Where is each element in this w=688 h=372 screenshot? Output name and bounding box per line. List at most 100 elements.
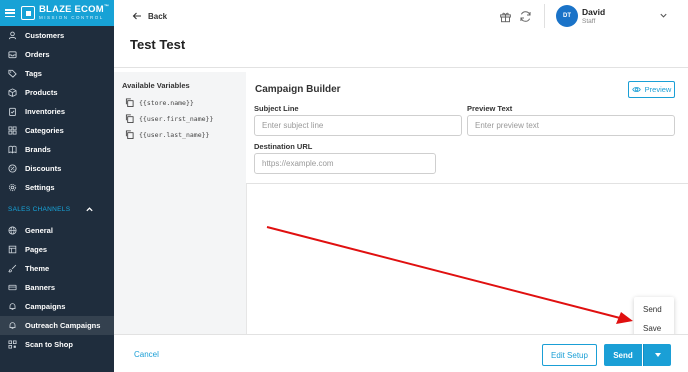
bell-icon bbox=[8, 302, 17, 311]
send-dropdown-menu: Send Save bbox=[634, 297, 674, 339]
box-icon bbox=[8, 88, 17, 97]
sidebar-nav-main: Customers Orders Tags Products Inventori… bbox=[0, 26, 114, 197]
brand-title: BLAZE ECOM bbox=[39, 4, 104, 16]
sidebar-item-label: Discounts bbox=[25, 164, 62, 173]
refresh-icon[interactable] bbox=[519, 10, 532, 23]
sidebar-item-label: Brands bbox=[25, 145, 51, 154]
sidebar-item-campaigns[interactable]: Campaigns bbox=[0, 297, 114, 316]
user-icon bbox=[8, 31, 17, 40]
copy-icon bbox=[125, 114, 134, 123]
sidebar-item-label: Scan to Shop bbox=[25, 340, 73, 349]
variable-text: {{user.last_name}} bbox=[139, 130, 210, 139]
back-button[interactable]: Back bbox=[132, 11, 167, 21]
sidebar-item-inventories[interactable]: Inventories bbox=[0, 102, 114, 121]
inbox-icon bbox=[8, 50, 17, 59]
preview-label: Preview bbox=[644, 85, 672, 94]
clipboard-icon bbox=[8, 107, 17, 116]
page-icon bbox=[8, 245, 17, 254]
discount-icon bbox=[8, 164, 17, 173]
sidebar-item-settings[interactable]: Settings bbox=[0, 178, 114, 197]
variable-item[interactable]: {{user.first_name}} bbox=[125, 114, 213, 123]
sidebar-item-customers[interactable]: Customers bbox=[0, 26, 114, 45]
tag-icon bbox=[8, 69, 17, 78]
footer-bar: Cancel Edit Setup Send bbox=[114, 334, 688, 372]
panel-divider bbox=[246, 184, 247, 334]
banner-icon bbox=[8, 283, 17, 292]
chevron-up-icon bbox=[86, 206, 93, 211]
bell-icon bbox=[8, 321, 17, 330]
sidebar-item-discounts[interactable]: Discounts bbox=[0, 159, 114, 178]
sidebar-item-categories[interactable]: Categories bbox=[0, 121, 114, 140]
eye-icon bbox=[631, 87, 641, 92]
sidebar-item-brands[interactable]: Brands bbox=[0, 140, 114, 159]
preview-text-input[interactable] bbox=[467, 115, 675, 136]
destination-url-label: Destination URL bbox=[254, 142, 313, 151]
send-dropdown-toggle[interactable] bbox=[643, 344, 671, 366]
menu-item-send[interactable]: Send bbox=[634, 300, 674, 319]
top-bar-separator bbox=[544, 4, 545, 28]
variable-item[interactable]: {{user.last_name}} bbox=[125, 130, 209, 139]
sidebar-item-label: Settings bbox=[25, 183, 55, 192]
variables-title: Available Variables bbox=[122, 81, 190, 90]
brand-logo-icon bbox=[21, 6, 35, 20]
sidebar-item-theme[interactable]: Theme bbox=[0, 259, 114, 278]
sidebar-item-label: Categories bbox=[25, 126, 64, 135]
destination-url-input[interactable] bbox=[254, 153, 436, 174]
sidebar-item-scan-to-shop[interactable]: Scan to Shop bbox=[0, 335, 114, 354]
preview-text-label: Preview Text bbox=[467, 104, 513, 113]
preview-button[interactable]: Preview bbox=[628, 81, 675, 98]
sidebar-item-orders[interactable]: Orders bbox=[0, 45, 114, 64]
sidebar-item-label: Tags bbox=[25, 69, 42, 78]
brand-logo[interactable]: BLAZE ECOM™ MISSION CONTROL bbox=[39, 5, 109, 20]
back-label: Back bbox=[148, 11, 168, 21]
subject-line-input[interactable] bbox=[254, 115, 462, 136]
sidebar-item-outreach-campaigns[interactable]: Outreach Campaigns bbox=[0, 316, 114, 335]
sidebar-item-label: Outreach Campaigns bbox=[25, 321, 101, 330]
arrow-left-icon bbox=[132, 12, 141, 20]
chevron-down-icon[interactable] bbox=[659, 11, 668, 20]
copy-icon bbox=[125, 98, 134, 107]
send-button[interactable]: Send bbox=[604, 344, 642, 366]
gift-icon[interactable] bbox=[499, 10, 512, 23]
sidebar-item-label: Banners bbox=[25, 283, 56, 292]
globe-icon bbox=[8, 226, 17, 235]
sales-channels-section-toggle[interactable]: SALES CHANNELS bbox=[0, 197, 114, 221]
grid-icon bbox=[8, 126, 17, 135]
builder-title: Campaign Builder bbox=[255, 84, 341, 95]
brand-subtitle: MISSION CONTROL bbox=[39, 15, 104, 21]
avatar[interactable]: DT bbox=[556, 5, 578, 27]
cancel-button[interactable]: Cancel bbox=[134, 350, 159, 359]
book-icon bbox=[8, 145, 17, 154]
brand-header: BLAZE ECOM™ MISSION CONTROL bbox=[0, 0, 114, 26]
edit-setup-button[interactable]: Edit Setup bbox=[542, 344, 597, 366]
sidebar-item-label: Campaigns bbox=[25, 302, 66, 311]
brand-trademark: ™ bbox=[103, 4, 110, 11]
section-label: SALES CHANNELS bbox=[8, 205, 71, 213]
sidebar-item-label: General bbox=[25, 226, 53, 235]
sidebar-item-label: Pages bbox=[25, 245, 48, 254]
variable-text: {{store.name}} bbox=[139, 98, 194, 107]
sidebar-item-general[interactable]: General bbox=[0, 221, 114, 240]
sidebar-item-products[interactable]: Products bbox=[0, 83, 114, 102]
sidebar-item-pages[interactable]: Pages bbox=[0, 240, 114, 259]
sidebar-item-tags[interactable]: Tags bbox=[0, 64, 114, 83]
sidebar: BLAZE ECOM™ MISSION CONTROL Customers Or… bbox=[0, 0, 114, 372]
sidebar-item-banners[interactable]: Banners bbox=[0, 278, 114, 297]
user-role: Staff bbox=[582, 18, 596, 25]
sidebar-item-label: Theme bbox=[25, 264, 50, 273]
subject-line-label: Subject Line bbox=[254, 104, 299, 113]
sidebar-item-label: Orders bbox=[25, 50, 50, 59]
sidebar-item-label: Inventories bbox=[25, 107, 66, 116]
hamburger-menu-icon[interactable] bbox=[5, 9, 15, 17]
gear-icon bbox=[8, 183, 17, 192]
user-name[interactable]: David bbox=[582, 7, 605, 17]
campaign-builder: Campaign Builder Preview Subject Line Pr… bbox=[246, 72, 688, 184]
sidebar-item-label: Products bbox=[25, 88, 58, 97]
brush-icon bbox=[8, 264, 17, 273]
qr-icon bbox=[8, 340, 17, 349]
sidebar-nav-channels: General Pages Theme Banners Campaigns Ou… bbox=[0, 221, 114, 354]
top-bar: Back Test Test DT David Staff bbox=[114, 0, 688, 68]
variable-item[interactable]: {{store.name}} bbox=[125, 98, 194, 107]
variable-text: {{user.first_name}} bbox=[139, 114, 214, 123]
page-title: Test Test bbox=[130, 37, 186, 52]
